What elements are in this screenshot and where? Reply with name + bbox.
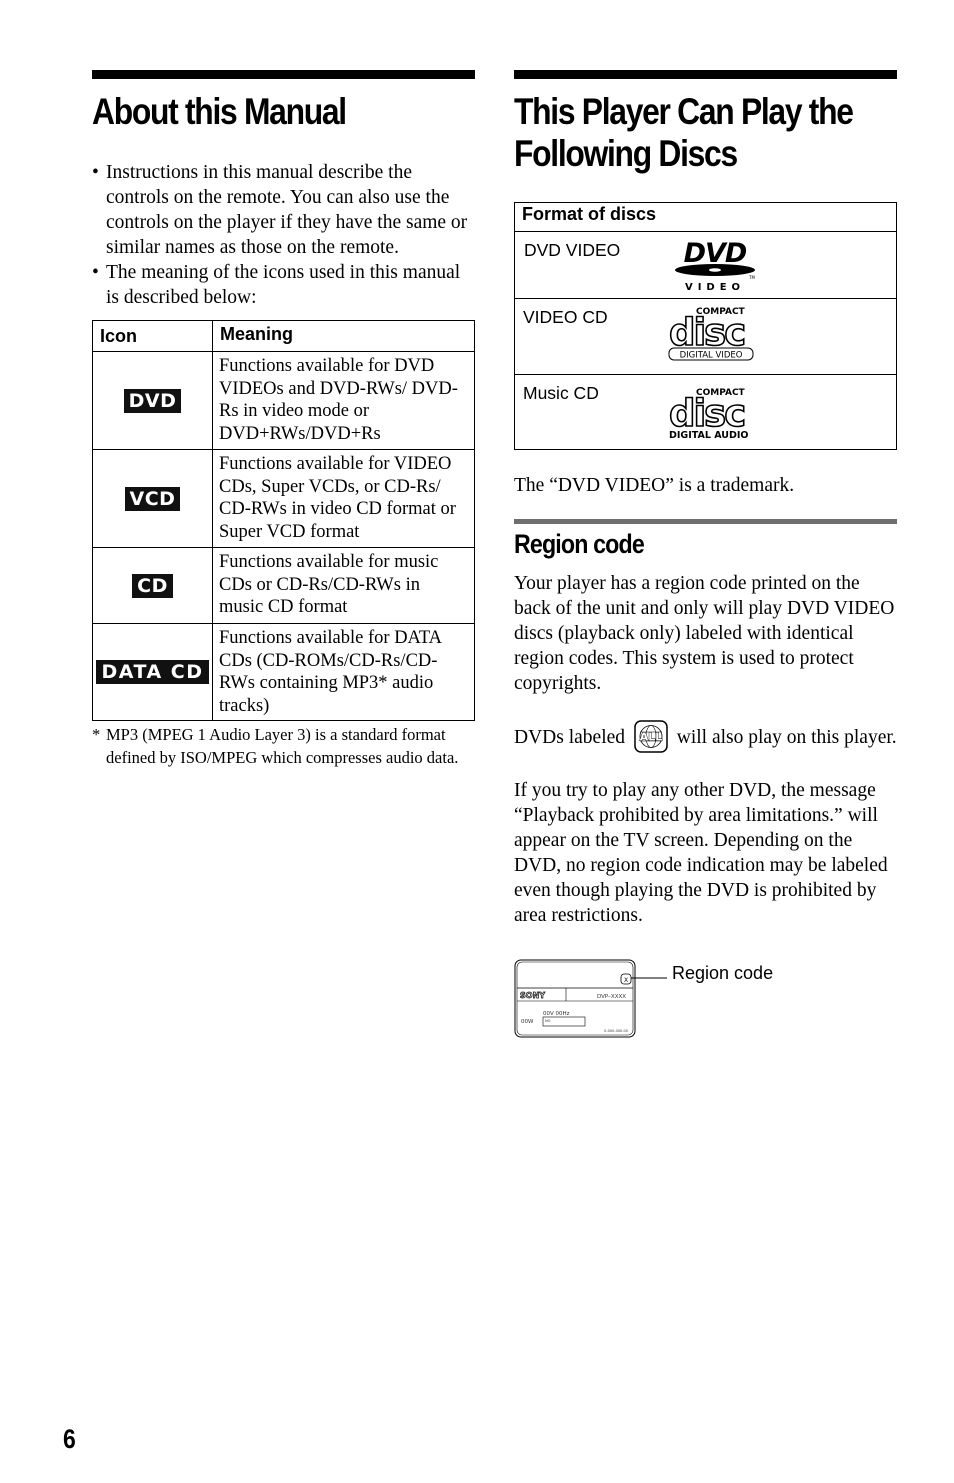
- logo-digital-audio-text: DIGITAL AUDIO: [669, 430, 748, 441]
- table-row: VIDEO CD COMPACT disc DIGITAL VIDEO: [514, 298, 897, 375]
- region-code-title: Region code: [514, 529, 645, 559]
- table-header-row: Icon Meaning: [92, 320, 475, 352]
- table-row: Music CD COMPACT disc DIGITAL AUDIO: [514, 374, 897, 450]
- table-row: DATA CD Functions available for DATA CDs…: [92, 623, 475, 721]
- meaning-text: Functions available for VIDEO CDs, Super…: [212, 449, 475, 548]
- logo-disc-text: disc: [669, 392, 744, 435]
- meaning-text: Functions available for DATA CDs (CD-ROM…: [212, 623, 475, 721]
- region-paragraph-3: If you try to play any other DVD, the me…: [514, 780, 888, 926]
- all-mark-text: ALL: [640, 731, 663, 744]
- region-paragraph-2: DVDs labeled ALL will also play on this …: [514, 720, 897, 753]
- mp3-footnote: * MP3 (MPEG 1 Audio Layer 3) is a standa…: [92, 724, 475, 769]
- page-number: 6: [63, 1424, 76, 1454]
- table-row: DVD VIDEO DVD TM VIDEO: [514, 231, 897, 299]
- cd-badge-icon: CD: [132, 573, 173, 598]
- format-label: DVD VIDEO: [524, 240, 621, 260]
- intro-bullets: Instructions in this manual describe the…: [92, 160, 475, 310]
- meaning-text: Functions available for DVD VIDEOs and D…: [212, 351, 475, 450]
- dvd-video-logo: DVD TM VIDEO: [675, 238, 755, 293]
- voltage-text: 00V 00Hz: [543, 1011, 570, 1017]
- bullet-item: The meaning of the icons used in this ma…: [92, 260, 475, 310]
- table-row: CD Functions available for music CDs or …: [92, 547, 475, 624]
- playable-discs-title: This Player Can Play the Following Discs: [514, 91, 854, 174]
- footnote-marker: *: [92, 725, 101, 744]
- trademark-note: The “DVD VIDEO” is a trademark.: [514, 475, 795, 496]
- table-row: VCD Functions available for VIDEO CDs, S…: [92, 449, 475, 548]
- svg-text:TM: TM: [748, 275, 755, 280]
- para2-after: will also play on this player.: [676, 727, 897, 748]
- table-row: DVD Functions available for DVD VIDEOs a…: [92, 351, 475, 450]
- about-manual-section: About this Manual Instructions in this m…: [92, 70, 475, 769]
- meaning-text: Functions available for music CDs or CD-…: [212, 547, 475, 624]
- compact-disc-digital-audio-logo: COMPACT disc DIGITAL AUDIO: [668, 388, 748, 441]
- header-icon: Icon: [92, 320, 213, 352]
- part-number-text: 0-000-000-00: [604, 1029, 628, 1033]
- region-paragraph-1: Your player has a region code printed on…: [514, 573, 895, 694]
- header-format: Format of discs: [514, 202, 897, 232]
- logo-digital-video-text: DIGITAL VIDEO: [680, 351, 743, 361]
- header-meaning: Meaning: [212, 320, 475, 352]
- sony-brand-text: SONY: [520, 991, 545, 1000]
- model-text: DVP–XXXX: [597, 994, 626, 1000]
- region-code-callout: Region code: [672, 963, 774, 983]
- table-header-row: Format of discs: [514, 202, 897, 232]
- section-rule: [514, 70, 897, 79]
- dvd-badge-icon: DVD: [123, 388, 182, 413]
- region-all-icon: ALL: [634, 720, 668, 753]
- format-label: Music CD: [523, 383, 599, 403]
- icon-meaning-table: Icon Meaning DVD Functions available for…: [92, 320, 475, 721]
- subsection-rule: [514, 519, 897, 524]
- about-manual-title: About this Manual: [92, 91, 347, 132]
- wattage-text: 00W: [521, 1019, 534, 1025]
- bullet-item: Instructions in this manual describe the…: [92, 160, 475, 260]
- vcd-badge-icon: VCD: [124, 486, 181, 511]
- section-rule: [92, 70, 475, 79]
- disc-formats-table: Format of discs DVD VIDEO DVD TM VIDEO V…: [514, 202, 897, 450]
- format-label: VIDEO CD: [523, 307, 608, 327]
- playable-discs-section: This Player Can Play the Following Discs…: [514, 70, 897, 1038]
- region-mark-text: X: [624, 977, 628, 984]
- para2-before: DVDs labeled: [514, 727, 626, 748]
- rear-panel-label-illustration: X SONY DVP–XXXX 00V 00Hz 00W NO. 0-000-0…: [514, 959, 667, 1038]
- footnote-text: MP3 (MPEG 1 Audio Layer 3) is a standard…: [106, 725, 459, 767]
- data-cd-badge-icon: DATA CD: [96, 660, 209, 684]
- serial-label-text: NO.: [545, 1019, 551, 1023]
- compact-disc-digital-video-logo: COMPACT disc DIGITAL VIDEO: [668, 307, 754, 361]
- dvd-logo-video-text: VIDEO: [685, 282, 745, 293]
